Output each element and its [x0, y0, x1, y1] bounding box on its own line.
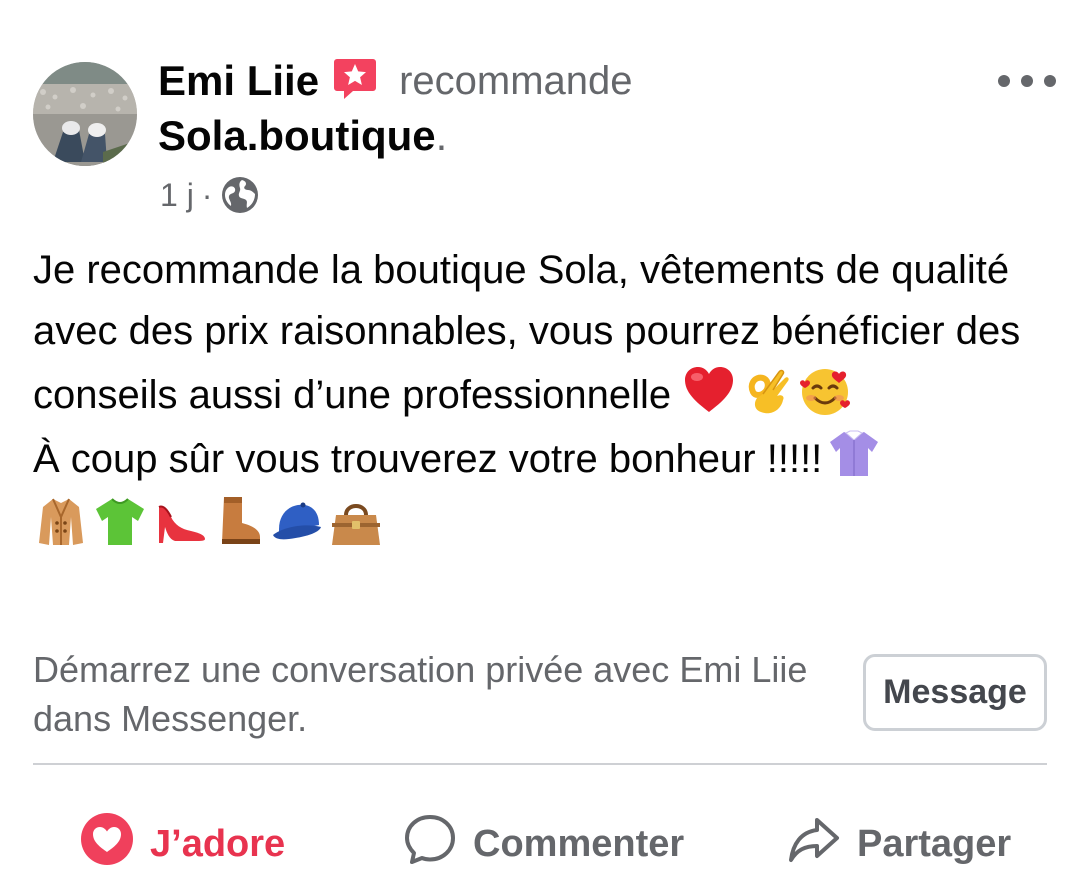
share-button[interactable]: Partager	[787, 812, 1011, 876]
post-body: Je recommande la boutique Sola, vêtement…	[33, 240, 1063, 551]
clothing-emoji-row	[33, 490, 1063, 551]
post-header: Emi Liie recommande	[158, 55, 633, 107]
globe-icon	[220, 175, 260, 215]
boot-icon	[210, 493, 266, 549]
meta-separator: ·	[201, 176, 213, 213]
love-label: J’adore	[150, 822, 286, 865]
heart-reaction-icon	[80, 812, 134, 876]
author-name[interactable]: Emi Liie	[158, 57, 319, 105]
cap-icon	[269, 493, 325, 549]
action-bar-divider	[33, 763, 1047, 765]
more-options-button[interactable]	[998, 64, 1056, 98]
post-meta: 1 j ·	[160, 172, 260, 218]
comment-icon	[403, 812, 457, 876]
post-text-line1: Je recommande la boutique Sola, vêtement…	[33, 248, 1021, 417]
recommend-icon	[331, 55, 379, 103]
more-dot-icon	[1021, 75, 1033, 87]
share-icon	[787, 812, 841, 876]
comment-button[interactable]: Commenter	[403, 812, 684, 876]
page-name-period: .	[435, 112, 448, 159]
coat-icon	[33, 493, 89, 549]
post-timestamp[interactable]: 1 j	[160, 177, 194, 214]
messenger-cta-text: Démarrez une conversation privée avec Em…	[33, 649, 808, 739]
post-paragraph-2: À coup sûr vous trouverez votre bonheur …	[33, 426, 1063, 490]
love-reaction-button[interactable]: J’adore	[80, 812, 285, 876]
post-text-line2: À coup sûr vous trouverez votre bonheur …	[33, 437, 823, 481]
recommend-action-text: recommande	[399, 58, 633, 103]
red-heart-icon	[681, 362, 737, 418]
more-dot-icon	[1044, 75, 1056, 87]
page-name-link[interactable]: Sola.boutique	[158, 112, 436, 160]
recommended-page: Sola.boutique.	[158, 110, 447, 162]
post-paragraph-1: Je recommande la boutique Sola, vêtement…	[33, 240, 1063, 426]
smiling-face-with-hearts-icon	[797, 362, 853, 418]
message-button[interactable]: Message	[863, 654, 1047, 731]
more-dot-icon	[998, 75, 1010, 87]
author-avatar[interactable]	[33, 62, 137, 166]
ok-hand-icon	[739, 362, 795, 418]
comment-label: Commenter	[473, 822, 685, 865]
handbag-icon	[328, 493, 384, 549]
high-heeled-shoe-icon	[151, 493, 207, 549]
blouse-icon	[826, 426, 882, 482]
share-label: Partager	[857, 822, 1012, 865]
t-shirt-icon	[92, 493, 148, 549]
